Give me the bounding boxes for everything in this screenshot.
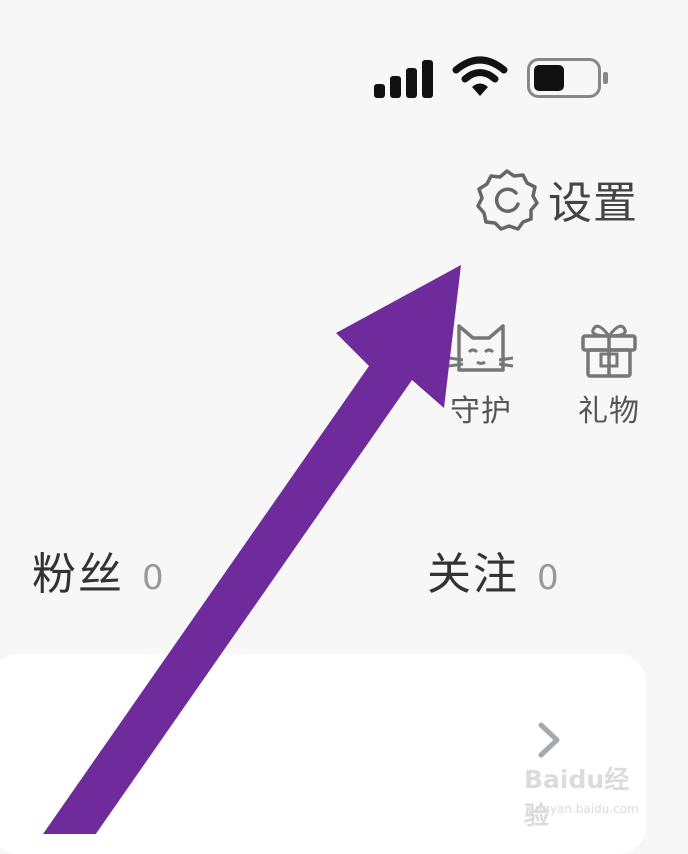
- fans-label: 粉丝: [32, 549, 124, 600]
- wifi-icon: [452, 56, 508, 96]
- cellular-signal-icon: [374, 58, 434, 98]
- baidu-watermark: Baidu经验 jingyan.baidu.com: [524, 760, 654, 830]
- settings-button[interactable]: 设置: [474, 166, 654, 232]
- battery-icon: [527, 58, 608, 98]
- status-bar: [0, 0, 688, 150]
- chevron-right-icon[interactable]: [535, 720, 563, 760]
- fans-stat[interactable]: 粉丝 0: [32, 538, 164, 602]
- following-stat[interactable]: 关注 0: [427, 538, 559, 602]
- settings-label: 设置: [548, 178, 638, 229]
- fans-count: 0: [142, 558, 164, 598]
- following-label: 关注: [427, 549, 519, 600]
- gift-button[interactable]: 礼物: [564, 318, 654, 438]
- gift-icon: [581, 324, 637, 378]
- following-count: 0: [537, 558, 559, 598]
- guard-label: 守护: [450, 394, 512, 429]
- gift-label: 礼物: [578, 394, 640, 429]
- guard-button[interactable]: 守护: [436, 318, 526, 438]
- watermark-logo: Baidu经验: [524, 765, 630, 830]
- cat-guard-icon: [449, 324, 513, 372]
- gear-icon: [476, 169, 539, 231]
- watermark-site: jingyan.baidu.com: [528, 802, 639, 816]
